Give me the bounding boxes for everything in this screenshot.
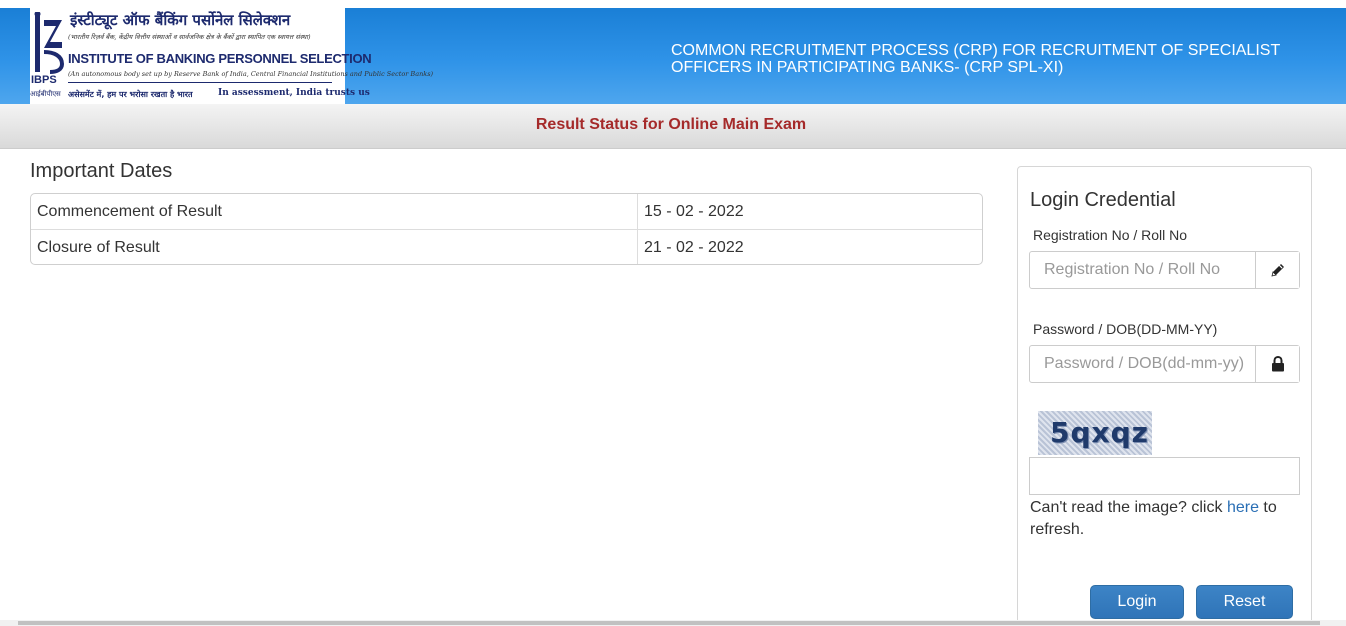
registration-input-group <box>1029 251 1300 289</box>
logo-hindi-subtitle: (भारतीय रिज़र्व बैंक, केंद्रीय वित्तीय स… <box>68 33 311 41</box>
date-label: Commencement of Result <box>31 194 638 229</box>
registration-label: Registration No / Roll No <box>1033 227 1188 243</box>
reset-button[interactable]: Reset <box>1196 585 1293 619</box>
captcha-refresh-hint: Can't read the image? click here to refr… <box>1030 497 1305 541</box>
logo-hindi-name: इंस्टीट्यूट ऑफ बैंकिंग पर्सोनेल सिलेक्शन <box>70 11 291 29</box>
date-value: 15 - 02 - 2022 <box>644 203 744 220</box>
important-dates-title: Important Dates <box>30 160 173 182</box>
captcha-refresh-link[interactable]: here <box>1227 499 1259 516</box>
password-input-group <box>1029 345 1300 383</box>
page-subtitle: Result Status for Online Main Exam <box>535 116 807 133</box>
logo-tagline-hindi: असेसमेंट में, हम पर भरोसा रखता है भारत <box>68 90 193 99</box>
logo-english-name: INSTITUTE OF BANKING PERSONNEL SELECTION <box>68 51 372 66</box>
ibps-emblem-icon <box>34 12 64 74</box>
horizontal-scrollbar[interactable] <box>0 620 1346 626</box>
header-title: COMMON RECRUITMENT PROCESS (CRP) FOR REC… <box>671 42 1280 76</box>
registration-input[interactable] <box>1030 252 1256 288</box>
login-button[interactable]: Login <box>1090 585 1184 619</box>
ibps-abbr-hindi: आईबीपीएस <box>30 90 61 98</box>
captcha-input[interactable] <box>1029 457 1300 495</box>
captcha-text: 5qxqz <box>1050 416 1149 449</box>
table-row: Commencement of Result 15 - 02 - 2022 <box>31 194 982 229</box>
refresh-prefix: Can't read the image? click <box>1030 499 1227 516</box>
logo-tagline-english: In assessment, India trusts us <box>218 88 370 98</box>
important-dates-table: Commencement of Result 15 - 02 - 2022 Cl… <box>30 193 983 265</box>
lock-icon <box>1255 346 1299 382</box>
table-row: Closure of Result 21 - 02 - 2022 <box>31 229 982 264</box>
login-panel: Login Credential Registration No / Roll … <box>1017 166 1312 626</box>
logo-divider <box>68 82 332 83</box>
header: IBPS आईबीपीएस इंस्टीट्यूट ऑफ बैंकिंग पर्… <box>0 8 1346 104</box>
date-value: 21 - 02 - 2022 <box>644 239 744 256</box>
date-label: Closure of Result <box>31 230 638 264</box>
page: IBPS आईबीपीएस इंस्टीट्यूट ऑफ बैंकिंग पर्… <box>0 0 1346 626</box>
login-title: Login Credential <box>1030 189 1176 211</box>
password-input[interactable] <box>1030 346 1256 382</box>
ibps-abbr: IBPS <box>31 74 57 86</box>
pencil-icon <box>1255 252 1299 288</box>
captcha-image: 5qxqz <box>1038 411 1152 455</box>
password-label: Password / DOB(DD-MM-YY) <box>1033 321 1218 337</box>
page-subtitle-bar: Result Status for Online Main Exam <box>0 104 1346 149</box>
ibps-logo: IBPS आईबीपीएस इंस्टीट्यूट ऑफ बैंकिंग पर्… <box>30 8 433 104</box>
logo-english-subtitle: (An autonomous body set up by Reserve Ba… <box>68 70 434 78</box>
scrollbar-thumb[interactable] <box>18 621 1320 625</box>
